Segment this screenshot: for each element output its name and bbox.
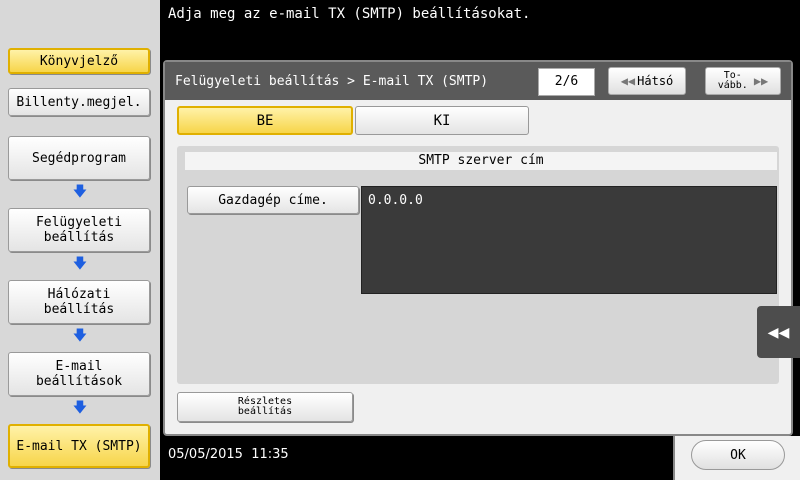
status-time: 11:35 (251, 447, 289, 462)
path-utility-button[interactable]: Segédprogram (8, 136, 150, 180)
host-address-value[interactable]: 0.0.0.0 (361, 186, 777, 294)
bookmark-button[interactable]: Könyvjelző (8, 48, 150, 74)
panel-title: Felügyeleti beállítás > E-mail TX (SMTP) (175, 74, 489, 89)
instruction-text: Adja meg az e-mail TX (SMTP) beállítások… (168, 6, 531, 22)
smtp-server-section: SMTP szerver cím Gazdagép címe. 0.0.0.0 (177, 146, 779, 384)
host-address-button[interactable]: Gazdagép címe. (187, 186, 359, 214)
path-network-settings-button[interactable]: Hálózati beállítás (8, 280, 150, 324)
arrow-down-icon: 🡇 (72, 400, 88, 416)
next-button[interactable]: To- vább. ▶▶ (705, 67, 781, 95)
path-email-settings-button[interactable]: E-mail beállítások (8, 352, 150, 396)
off-toggle-button[interactable]: KI (355, 106, 529, 135)
double-chevron-right-icon: ▶▶ (753, 74, 769, 88)
back-button[interactable]: ◀◀ Hátsó (608, 67, 686, 95)
path-admin-settings-button[interactable]: Felügyeleti beállítás (8, 208, 150, 252)
double-chevron-left-icon: ◀◀ (620, 74, 636, 88)
ok-button[interactable]: OK (691, 440, 785, 470)
back-label: Hátsó (637, 74, 674, 88)
section-title: SMTP szerver cím (185, 152, 777, 170)
keyboard-button[interactable]: Billenty.megjel. (8, 88, 150, 116)
path-email-tx-smtp-button[interactable]: E-mail TX (SMTP) (8, 424, 150, 468)
detail-settings-button[interactable]: Részletes beállítás (177, 392, 353, 422)
on-toggle-button[interactable]: BE (177, 106, 353, 135)
next-label: To- vább. (717, 70, 748, 91)
status-datetime: 05/05/2015 11:35 (168, 447, 289, 462)
arrow-down-icon: 🡇 (72, 184, 88, 200)
double-chevron-left-icon: ◀◀ (767, 321, 790, 343)
settings-panel: Felügyeleti beállítás > E-mail TX (SMTP)… (163, 60, 793, 436)
collapse-panel-tab[interactable]: ◀◀ (757, 306, 800, 358)
page-indicator: 2/6 (538, 68, 595, 96)
sidebar: Könyvjelző Billenty.megjel. Segédprogram… (0, 0, 160, 480)
status-date: 05/05/2015 (168, 447, 243, 462)
panel-header: Felügyeleti beállítás > E-mail TX (SMTP)… (165, 62, 791, 100)
arrow-down-icon: 🡇 (72, 256, 88, 272)
ok-area: OK (673, 436, 800, 480)
arrow-down-icon: 🡇 (72, 328, 88, 344)
